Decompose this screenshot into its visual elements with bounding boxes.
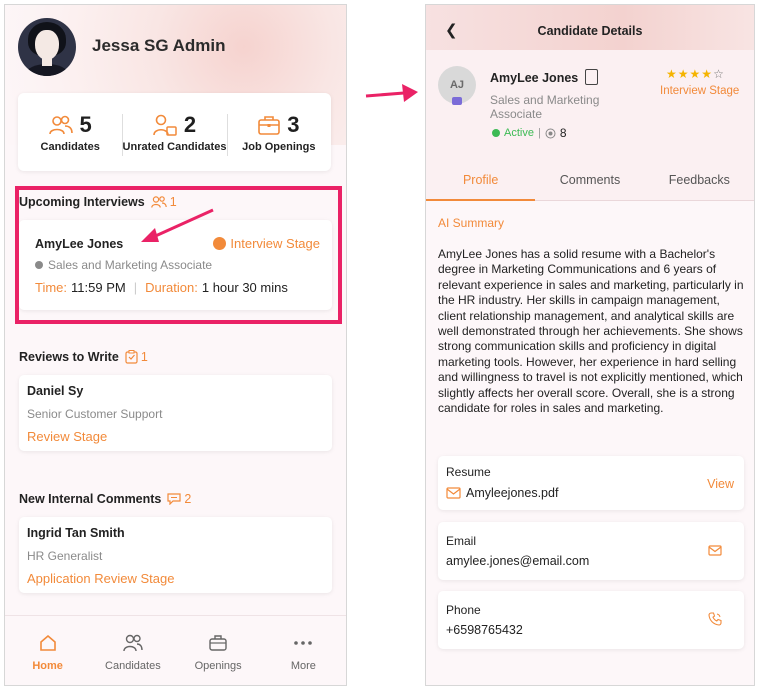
rating-stars[interactable]: ★★★★☆ xyxy=(666,67,725,81)
email-value: amylee.jones@email.com xyxy=(446,554,590,568)
active-dot-icon xyxy=(492,129,500,137)
home-icon xyxy=(39,634,56,651)
resume-label: Resume xyxy=(446,465,491,479)
candidate-name: Daniel Sy xyxy=(27,384,84,398)
ai-summary-label: AI Summary xyxy=(438,216,505,230)
tab-comments[interactable]: Comments xyxy=(535,167,644,200)
stat-label: Job Openings xyxy=(242,140,316,153)
eye-icon xyxy=(545,128,556,138)
candidate-role: Sales and Marketing Associate xyxy=(490,93,600,121)
star-empty-icon[interactable]: ☆ xyxy=(713,67,725,81)
comment-stage: Application Review Stage xyxy=(27,571,175,586)
mail-icon xyxy=(446,487,461,499)
phone-value: +6598765432 xyxy=(446,623,523,637)
nav-label: More xyxy=(290,660,316,672)
nav-label: Candidates xyxy=(105,660,161,672)
stats-card: 5 Candidates 2 Unrated Candidates 3 Job … xyxy=(18,93,331,171)
email-label: Email xyxy=(446,534,477,548)
comments-title: New Internal Comments 2 xyxy=(19,492,192,506)
review-card[interactable]: Daniel Sy Senior Customer Support Review… xyxy=(19,375,332,451)
view-resume-button[interactable]: View xyxy=(707,477,734,491)
nav-label: Openings xyxy=(194,660,242,672)
tab-profile[interactable]: Profile xyxy=(426,167,536,201)
comment-icon xyxy=(167,493,181,505)
nav-more[interactable]: More xyxy=(261,616,346,685)
candidate-name: AmyLee Jones xyxy=(490,71,579,85)
resume-card: Resume Amyleejones.pdf View xyxy=(438,456,744,510)
tab-feedbacks[interactable]: Feedbacks xyxy=(645,167,754,200)
briefcase-icon xyxy=(258,115,280,135)
home-screen: Jessa SG Admin 5 Candidates 2 Unrated Ca… xyxy=(4,4,347,686)
comment-card[interactable]: Ingrid Tan Smith HR Generalist Applicati… xyxy=(19,517,332,593)
nav-openings[interactable]: Openings xyxy=(176,616,261,685)
stat-unrated-candidates[interactable]: 2 Unrated Candidates xyxy=(122,111,227,156)
stat-job-openings[interactable]: 3 Job Openings xyxy=(226,111,331,156)
comments-count: 2 xyxy=(167,492,191,506)
phone-label: Phone xyxy=(446,603,481,617)
phone-icon[interactable] xyxy=(708,612,722,626)
star-filled-icon[interactable]: ★ xyxy=(701,67,713,81)
star-filled-icon[interactable]: ★ xyxy=(678,67,690,81)
pointer-arrow-icon xyxy=(365,84,418,102)
admin-name: Jessa SG Admin xyxy=(92,36,226,55)
candidate-role: HR Generalist xyxy=(27,549,103,563)
interview-stage: Interview Stage xyxy=(660,85,740,97)
nav-candidates[interactable]: Candidates xyxy=(90,616,175,685)
clipboard-icon xyxy=(125,350,138,364)
admin-avatar[interactable] xyxy=(18,18,76,76)
stat-label: Unrated Candidates xyxy=(122,140,227,153)
candidate-details-screen: ❮ Candidate Details AJ AmyLee Jones Sale… xyxy=(425,4,755,686)
resume-file[interactable]: Amyleejones.pdf xyxy=(446,486,558,500)
people-icon xyxy=(48,115,73,134)
stat-value: 5 xyxy=(79,111,92,137)
unrated-people-icon xyxy=(153,114,177,136)
email-card: Email amylee.jones@email.com xyxy=(438,522,744,580)
page-title: Candidate Details xyxy=(537,24,643,38)
stat-candidates[interactable]: 5 Candidates xyxy=(18,112,122,153)
people-icon xyxy=(123,634,143,652)
bottom-nav: Home Candidates Openings More xyxy=(5,615,346,685)
reviews-title: Reviews to Write 1 xyxy=(19,350,148,364)
candidate-name: Ingrid Tan Smith xyxy=(27,526,125,540)
candidate-role: Senior Customer Support xyxy=(27,407,163,421)
nav-label: Home xyxy=(32,660,63,672)
view-count: 8 xyxy=(559,126,567,140)
stat-value: 2 xyxy=(183,111,197,137)
bookmark-icon[interactable] xyxy=(585,69,598,85)
robot-icon xyxy=(452,97,462,105)
nav-home[interactable]: Home xyxy=(5,616,90,685)
phone-card: Phone +6598765432 xyxy=(438,591,744,649)
more-icon xyxy=(294,641,313,645)
briefcase-icon xyxy=(209,635,227,651)
reviews-count: 1 xyxy=(125,350,148,364)
candidate-status: Active | 8 xyxy=(492,126,567,140)
ai-summary-text: AmyLee Jones has a solid resume with a B… xyxy=(438,247,744,416)
stat-label: Candidates xyxy=(40,140,100,153)
highlight-frame xyxy=(15,186,342,324)
star-filled-icon[interactable]: ★ xyxy=(666,67,678,81)
star-filled-icon[interactable]: ★ xyxy=(690,67,702,81)
tab-bar: Profile Comments Feedbacks xyxy=(426,167,754,201)
review-stage: Review Stage xyxy=(27,429,108,444)
mail-icon[interactable] xyxy=(708,545,722,556)
stat-value: 3 xyxy=(287,111,300,137)
